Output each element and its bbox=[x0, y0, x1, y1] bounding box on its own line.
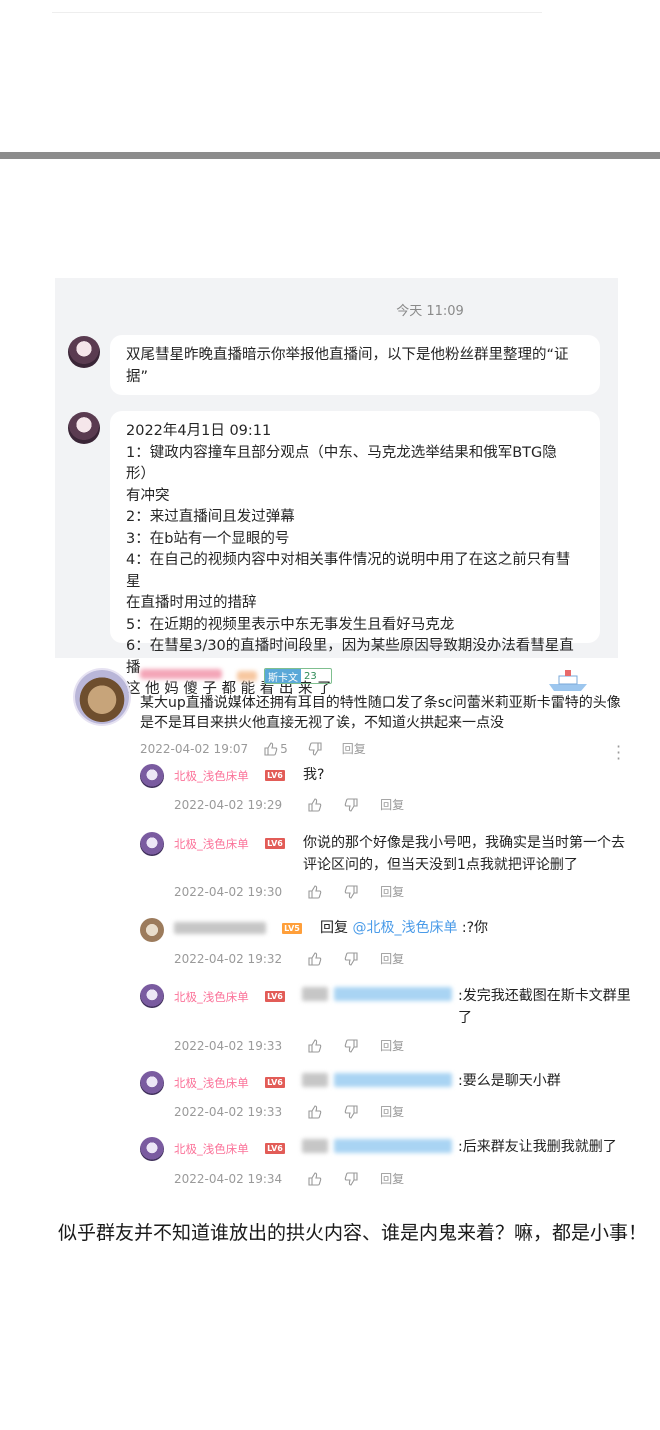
reply-avatar[interactable] bbox=[140, 832, 164, 856]
reply-date: 2022-04-02 19:33 bbox=[174, 1104, 283, 1119]
like-icon[interactable] bbox=[306, 797, 324, 813]
reply-meta: 2022-04-02 19:33 回复 bbox=[174, 1103, 404, 1120]
dislike-icon[interactable] bbox=[342, 1104, 360, 1120]
reply-text: 你说的那个好像是我小号吧，我确实是当时第一个去 评论区问的，但当天没到1点我就把… bbox=[303, 835, 625, 873]
reply-date: 2022-04-02 19:32 bbox=[174, 951, 283, 966]
dislike-icon[interactable] bbox=[306, 741, 324, 757]
reply-date: 2022-04-02 19:30 bbox=[174, 884, 283, 899]
like-count: 5 bbox=[280, 741, 288, 756]
dislike-icon[interactable] bbox=[342, 884, 360, 900]
reply-meta: 2022-04-02 19:30 回复 bbox=[174, 883, 404, 900]
reply-meta: 2022-04-02 19:29 回复 bbox=[174, 796, 404, 813]
section-separator bbox=[0, 152, 660, 159]
fan-badge-label: 斯卡文 bbox=[265, 669, 301, 683]
reply-avatar[interactable] bbox=[140, 918, 164, 942]
like-icon[interactable] bbox=[262, 741, 280, 757]
more-options-icon[interactable]: · · · bbox=[616, 739, 626, 767]
reply-text: :要么是聊天小群 bbox=[458, 1073, 561, 1089]
reply-avatar[interactable] bbox=[140, 1137, 164, 1161]
reply-prefix: 回复 bbox=[320, 920, 353, 936]
reply-username[interactable]: 北极_浅色床单 bbox=[174, 836, 249, 852]
comment-text: 某大up直播说媒体还拥有耳目的特性随口发了条sc问蕾米莉亚斯卡雷特的头像是不是耳… bbox=[140, 695, 621, 731]
reply-button[interactable]: 回复 bbox=[380, 1103, 404, 1120]
redacted-mention bbox=[302, 1139, 328, 1153]
level-badge: LV6 bbox=[265, 1077, 285, 1088]
dislike-icon[interactable] bbox=[342, 797, 360, 813]
level-badge: LV5 bbox=[282, 923, 302, 934]
reply-username[interactable]: 北极_浅色床单 bbox=[174, 1075, 249, 1091]
like-icon[interactable] bbox=[306, 951, 324, 967]
reply-text: 我? bbox=[303, 767, 325, 783]
redacted-mention-link bbox=[334, 1073, 452, 1087]
decoration-ship-icon bbox=[549, 670, 587, 691]
reply-button[interactable]: 回复 bbox=[380, 1037, 404, 1054]
commenter-name-redacted bbox=[140, 669, 222, 679]
reply-meta: 2022-04-02 19:34 回复 bbox=[174, 1170, 404, 1187]
reply-content: :?你 bbox=[457, 920, 489, 936]
reply-button[interactable]: 回复 bbox=[380, 950, 404, 967]
reply-avatar[interactable] bbox=[140, 1071, 164, 1095]
fan-badge[interactable]: 斯卡文 23 bbox=[264, 668, 332, 684]
chat-timestamp: 今天 11:09 bbox=[396, 304, 464, 319]
reply-date: 2022-04-02 19:29 bbox=[174, 797, 283, 812]
top-divider bbox=[52, 12, 542, 13]
level-badge: LV6 bbox=[265, 1143, 285, 1154]
article-text: 似乎群友并不知道谁放出的拱火内容、谁是内鬼来着？嘛，都是小事！ bbox=[58, 1222, 648, 1244]
reply-text: 回复 @北极_浅色床单 :?你 bbox=[320, 918, 488, 938]
comment-meta: 2022-04-02 19:07 5 回复 bbox=[140, 740, 366, 757]
reply-text: :后来群友让我删我就删了 bbox=[458, 1139, 617, 1155]
comment-date: 2022-04-02 19:07 bbox=[140, 741, 249, 756]
like-icon[interactable] bbox=[306, 1171, 324, 1187]
level-badge: LV6 bbox=[265, 991, 285, 1002]
chat-avatar bbox=[68, 336, 100, 368]
reply-date: 2022-04-02 19:33 bbox=[174, 1038, 283, 1053]
chat-avatar bbox=[68, 412, 100, 444]
like-icon[interactable] bbox=[306, 1038, 324, 1054]
reply-username-redacted bbox=[174, 922, 266, 934]
redacted-mention bbox=[302, 987, 328, 1001]
reply-button[interactable]: 回复 bbox=[380, 796, 404, 813]
reply-date: 2022-04-02 19:34 bbox=[174, 1171, 283, 1186]
dislike-icon[interactable] bbox=[342, 1171, 360, 1187]
like-icon[interactable] bbox=[306, 884, 324, 900]
redacted-mention bbox=[302, 1073, 328, 1087]
chat-bubble: 双尾彗星昨晚直播暗示你举报他直播间，以下是他粉丝群里整理的“证 据” bbox=[110, 335, 600, 395]
article-paragraph: 似乎群友并不知道谁放出的拱火内容、谁是内鬼来着？嘛，都是小事！ bbox=[20, 1208, 650, 1258]
level-badge: LV6 bbox=[265, 838, 285, 849]
commenter-medal-redacted bbox=[237, 671, 257, 681]
reply-avatar[interactable] bbox=[140, 764, 164, 788]
reply-meta: 2022-04-02 19:32 回复 bbox=[174, 950, 404, 967]
redacted-mention-link bbox=[334, 1139, 452, 1153]
redacted-mention-link bbox=[334, 987, 452, 1001]
dislike-icon[interactable] bbox=[342, 951, 360, 967]
commenter-avatar[interactable] bbox=[75, 670, 129, 724]
dislike-icon[interactable] bbox=[342, 1038, 360, 1054]
reply-button[interactable]: 回复 bbox=[380, 883, 404, 900]
level-badge: LV6 bbox=[265, 770, 285, 781]
reply-text: :发完我还截图在斯卡文群里 了 bbox=[458, 988, 631, 1026]
mention-link[interactable]: @北极_浅色床单 bbox=[352, 920, 457, 936]
fan-badge-level: 23 bbox=[304, 670, 317, 682]
reply-username[interactable]: 北极_浅色床单 bbox=[174, 768, 249, 784]
reply-avatar[interactable] bbox=[140, 984, 164, 1008]
reply-username[interactable]: 北极_浅色床单 bbox=[174, 989, 249, 1005]
reply-button[interactable]: 回复 bbox=[380, 1170, 404, 1187]
chat-bubble: 2022年4月1日 09:11 1：键政内容撞车且部分观点（中东、马克龙选举结果… bbox=[110, 411, 600, 697]
reply-username[interactable]: 北极_浅色床单 bbox=[174, 1141, 249, 1157]
reply-button[interactable]: 回复 bbox=[342, 740, 366, 757]
like-icon[interactable] bbox=[306, 1104, 324, 1120]
reply-meta: 2022-04-02 19:33 回复 bbox=[174, 1037, 404, 1054]
